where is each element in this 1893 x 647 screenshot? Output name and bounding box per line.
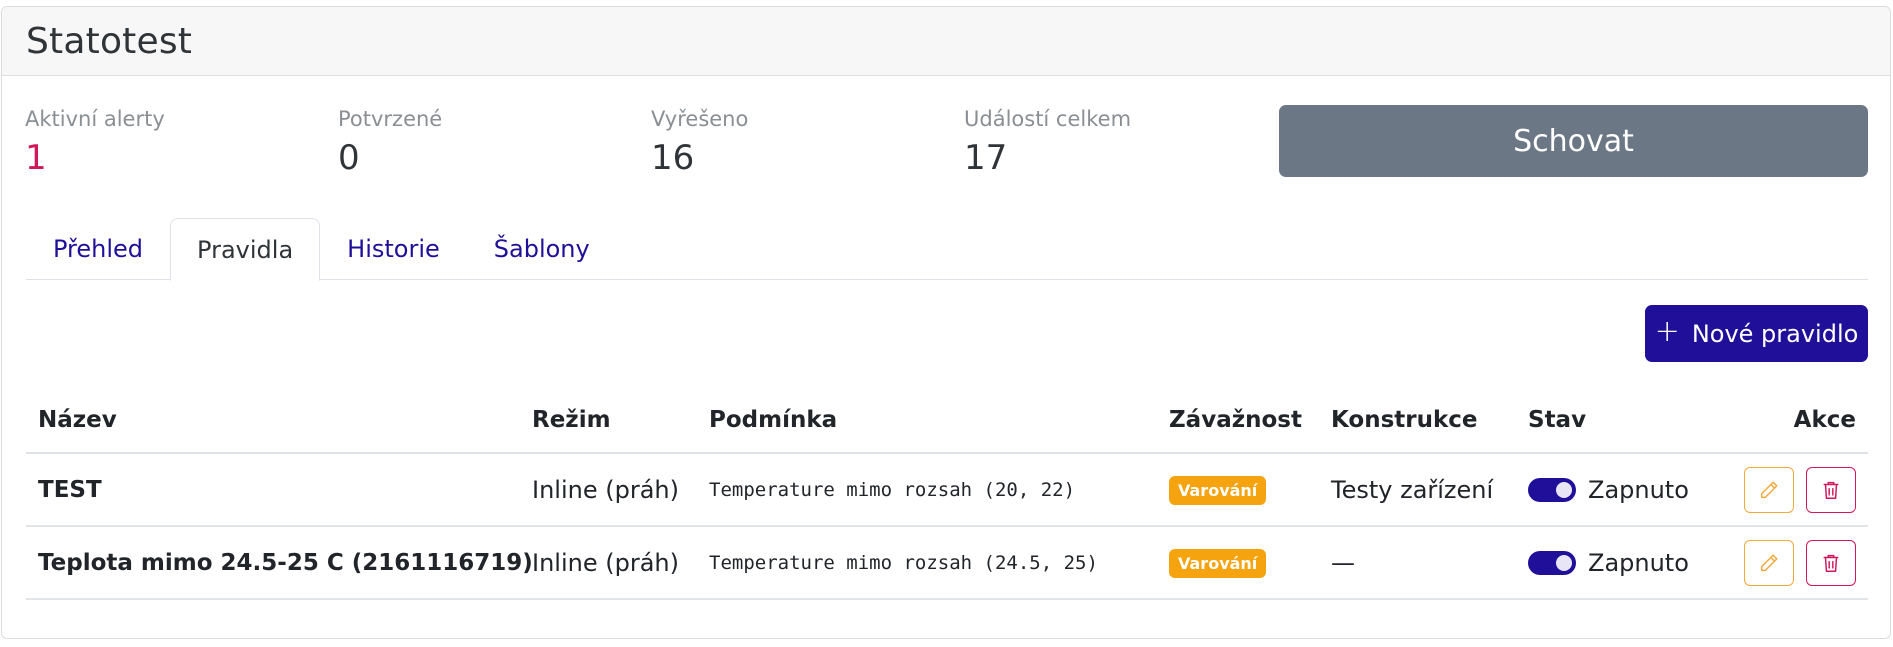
stat-total-events: Událostí celkem 17 [964,107,1131,175]
status-label: Zapnuto [1588,548,1689,577]
stat-label: Aktivní alerty [25,107,165,131]
stat-resolved: Vyřešeno 16 [651,107,748,175]
column-header-construction: Konstrukce [1319,388,1516,454]
row-actions [1738,539,1868,586]
status-toggle[interactable] [1528,550,1576,575]
stat-label: Událostí celkem [964,107,1132,131]
stat-value: 17 [964,138,1008,178]
delete-button[interactable] [1806,539,1856,586]
stat-confirmed: Potvrzené 0 [338,107,442,175]
column-header-status: Stav [1516,388,1726,454]
trash-icon [1823,554,1839,572]
rule-construction: Testy zařízení [1319,453,1516,527]
trash-icon [1823,481,1839,499]
rules-table: Název Režim Podmínka Závažnost Konstrukc… [26,388,1868,600]
rule-name: TEST [26,453,520,527]
delete-button[interactable] [1806,466,1856,513]
status-toggle-wrap: Zapnuto [1528,476,1726,504]
column-header-condition: Podmínka [697,388,1157,454]
stat-label: Potvrzené [338,107,443,131]
tab-history[interactable]: Historie [320,218,467,280]
tab-rules[interactable]: Pravidla [170,218,321,281]
table-header-row: Název Režim Podmínka Závažnost Konstrukc… [26,388,1868,454]
status-cell: Zapnuto [1516,453,1726,527]
actions-cell [1726,526,1868,600]
severity-badge: Varování [1169,549,1267,578]
column-header-severity: Závažnost [1157,388,1319,454]
plus-icon: + [1654,314,1680,349]
severity-cell: Varování [1157,453,1319,527]
table-row: Teplota mimo 24.5-25 C (2161116719) Inli… [26,526,1868,600]
column-header-name: Název [26,388,520,454]
rule-mode: Inline (práh) [520,453,697,527]
stat-active-alerts: Aktivní alerty 1 [25,107,165,175]
page-title: Statotest [26,20,193,62]
status-toggle[interactable] [1528,477,1576,502]
edit-button[interactable] [1744,539,1794,586]
tab-overview[interactable]: Přehled [26,218,170,280]
status-toggle-wrap: Zapnuto [1528,549,1726,577]
stat-value: 0 [338,138,360,178]
column-header-mode: Režim [520,388,697,454]
rule-construction: — [1319,526,1516,600]
rules-card: Statotest Aktivní alerty 1 Potvrzené 0 V… [1,6,1891,639]
table-row: TEST Inline (práh) Temperature mimo rozs… [26,453,1868,527]
status-label: Zapnuto [1588,475,1689,504]
row-actions [1738,466,1868,513]
new-rule-button[interactable]: + Nové pravidlo [1645,305,1868,362]
pencil-icon [1760,553,1778,571]
actions-cell [1726,453,1868,527]
severity-cell: Varování [1157,526,1319,600]
stat-label: Vyřešeno [651,107,749,131]
hide-button[interactable]: Schovat [1279,105,1868,177]
new-rule-label: Nové pravidlo [1691,319,1859,348]
rule-condition: Temperature mimo rozsah (20, 22) [697,453,1157,527]
status-cell: Zapnuto [1516,526,1726,600]
stat-value: 16 [651,138,695,178]
severity-badge: Varování [1169,476,1267,505]
rule-condition: Temperature mimo rozsah (24.5, 25) [697,526,1157,600]
pencil-icon [1760,480,1778,498]
tab-bar: Přehled Pravidla Historie Šablony [26,218,1868,281]
card-header: Statotest [2,7,1890,76]
rule-mode: Inline (práh) [520,526,697,600]
rule-name: Teplota mimo 24.5-25 C (2161116719) [26,526,533,600]
stat-value: 1 [25,138,47,178]
tab-templates[interactable]: Šablony [467,218,617,280]
edit-button[interactable] [1744,466,1794,513]
column-header-actions: Akce [1726,388,1868,454]
